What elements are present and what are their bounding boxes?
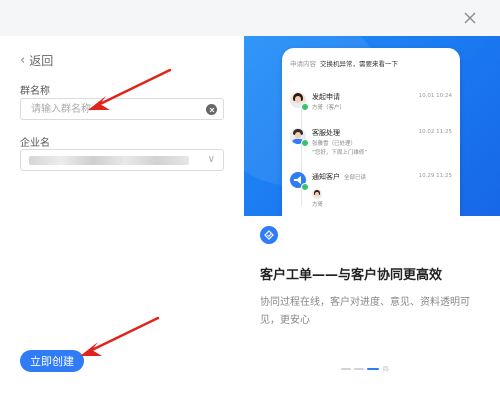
group-name-input[interactable]	[29, 102, 203, 116]
check-icon	[301, 139, 309, 147]
work-order-icon	[260, 226, 278, 244]
create-now-button[interactable]: 立即创建	[20, 350, 84, 372]
corp-name-label: 企业名	[20, 138, 50, 149]
carousel-dot[interactable]	[341, 368, 351, 370]
feature-title: 客户工单——与客户协同更高效	[260, 268, 443, 283]
close-button[interactable]	[460, 8, 480, 28]
check-icon	[301, 183, 309, 191]
carousel-dot-active[interactable]	[367, 368, 379, 370]
back-label: 返回	[29, 54, 54, 68]
group-name-label: 群名称	[20, 86, 50, 97]
close-icon	[464, 12, 476, 24]
chevron-down-icon: ∨	[207, 154, 215, 165]
group-name-field[interactable]	[20, 98, 224, 120]
back-link[interactable]: ‹ 返回	[20, 52, 53, 69]
carousel-dot[interactable]	[354, 368, 364, 370]
dialog-header	[0, 0, 500, 36]
feature-description: 协同过程在线，客户对进度、意见、资料透明可见，更安心	[260, 297, 470, 326]
check-icon	[301, 103, 309, 111]
avatar	[312, 189, 322, 199]
corp-select[interactable]: ∨	[20, 149, 224, 171]
carousel-indicator[interactable]: 同-	[341, 366, 390, 373]
feature-promo-panel: 申请内容 交换机异常，需要来看一下 发起申请 方哥（客户） 10.01 10:24…	[244, 36, 500, 395]
corp-name-redacted	[29, 156, 189, 165]
create-group-form: ‹ 返回 群名称 企业名 ∨ 立即创建	[0, 36, 244, 395]
phone-mockup: 申请内容 交换机异常，需要来看一下 发起申请 方哥（客户） 10.01 10:24…	[282, 48, 460, 216]
promo-banner: 申请内容 交换机异常，需要来看一下 发起申请 方哥（客户） 10.01 10:24…	[244, 36, 500, 216]
chevron-left-icon: ‹	[20, 53, 26, 68]
phone-header: 申请内容 交换机异常，需要来看一下	[290, 60, 398, 68]
clear-input-icon[interactable]	[206, 104, 217, 115]
